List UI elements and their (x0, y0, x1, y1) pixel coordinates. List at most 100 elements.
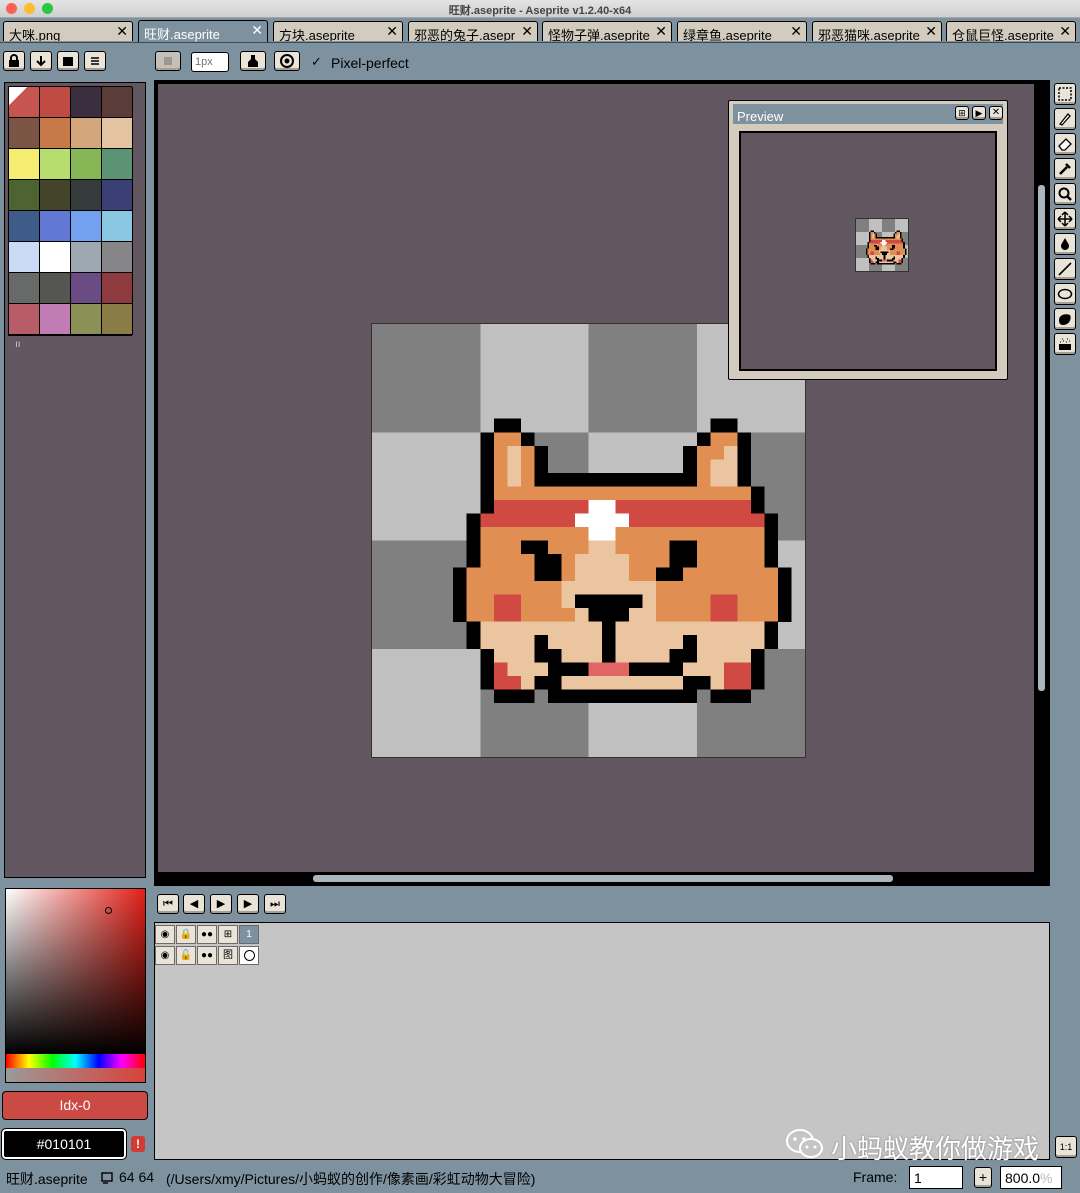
close-tab-icon[interactable]: ✕ (386, 23, 398, 40)
palette-sort-button[interactable] (30, 51, 52, 71)
palette-swatch[interactable] (102, 211, 133, 242)
preview-play-button[interactable]: ▶ (972, 106, 986, 120)
pixel-perfect-check-icon[interactable]: ✓ (311, 54, 322, 70)
palette-swatch[interactable] (40, 242, 71, 273)
palette-swatch[interactable] (71, 149, 102, 180)
paint-bucket-tool[interactable] (1054, 233, 1076, 255)
preview-center-button[interactable]: ⊞ (955, 106, 969, 120)
color-warning-icon[interactable]: ! (131, 1136, 145, 1152)
palette-swatch[interactable] (40, 273, 71, 304)
rectangular-marquee-tool[interactable] (1054, 83, 1076, 105)
palette-swatch[interactable] (102, 149, 133, 180)
palette-presets-button[interactable] (57, 51, 79, 71)
close-tab-icon[interactable]: ✕ (116, 23, 128, 40)
eraser-tool[interactable] (1054, 133, 1076, 155)
tab-monster-bullet[interactable]: 怪物子弹.aseprite ✕ (542, 21, 672, 41)
frame-input[interactable] (909, 1166, 963, 1189)
ellipse-tool[interactable] (1054, 283, 1076, 305)
new-frame-button[interactable]: + (974, 1167, 992, 1188)
tab-wangcai[interactable]: 旺财.aseprite ✕ (138, 20, 268, 42)
palette-swatch[interactable] (71, 242, 102, 273)
preview-viewport[interactable] (739, 131, 997, 371)
background-color-button[interactable]: #010101 (1, 1128, 127, 1160)
palette-swatch[interactable] (9, 304, 40, 335)
pixel-perfect-options-button[interactable] (274, 51, 300, 71)
vertical-scrollbar[interactable] (1038, 185, 1045, 691)
palette-swatch[interactable] (71, 304, 102, 335)
tab-evil-rabbit[interactable]: 邪恶的兔子.asepr ✕ (408, 21, 538, 41)
palette-swatch[interactable] (9, 211, 40, 242)
palette-swatch[interactable] (40, 211, 71, 242)
palette-swatch[interactable] (40, 304, 71, 335)
palette-swatch[interactable] (40, 118, 71, 149)
palette-swatch[interactable] (9, 87, 40, 118)
preview-close-button[interactable]: ✕ (989, 106, 1003, 120)
tab-hamster-monster[interactable]: 仓鼠巨怪.aseprite ✕ (946, 21, 1076, 41)
tab-dami[interactable]: 大咪.png ✕ (3, 21, 133, 41)
first-frame-button[interactable]: ⏮ (157, 894, 179, 914)
close-tab-icon[interactable]: ✕ (1059, 23, 1071, 40)
zoom-tool[interactable] (1054, 183, 1076, 205)
palette-swatch[interactable] (40, 180, 71, 211)
frame-header-1[interactable]: 1 (239, 925, 259, 944)
pencil-tool[interactable] (1054, 108, 1076, 130)
timeline-lock-header[interactable]: 🔒 (176, 925, 196, 944)
layer-continuous-toggle[interactable]: ●● (197, 946, 217, 965)
palette-swatch[interactable] (9, 149, 40, 180)
palette-swatch[interactable] (102, 242, 133, 273)
horizontal-scrollbar[interactable] (313, 875, 893, 882)
layer-lock-toggle[interactable]: 🔓 (176, 946, 196, 965)
tab-evil-cat[interactable]: 邪恶猫咪.aseprite ✕ (812, 21, 942, 41)
close-tab-icon[interactable]: ✕ (251, 22, 263, 39)
palette-swatch[interactable] (9, 242, 40, 273)
timeline-link-header[interactable]: ●● (197, 925, 217, 944)
brush-type-button[interactable] (155, 51, 181, 71)
line-tool[interactable] (1054, 258, 1076, 280)
palette-swatch[interactable] (40, 149, 71, 180)
foreground-color-index-button[interactable]: Idx-0 (2, 1091, 148, 1120)
palette-swatch[interactable] (102, 304, 133, 335)
next-frame-button[interactable]: ▶ (237, 894, 259, 914)
palette-swatch[interactable] (102, 180, 133, 211)
spray-tool[interactable] (1054, 333, 1076, 355)
alpha-slider[interactable] (6, 1068, 145, 1082)
previous-frame-button[interactable]: ◀ (183, 894, 205, 914)
brush-size-input[interactable] (191, 52, 229, 72)
palette-swatch[interactable] (102, 118, 133, 149)
tab-fangkuai[interactable]: 方块.aseprite ✕ (273, 21, 403, 41)
palette-swatch[interactable] (71, 180, 102, 211)
palette-menu-button[interactable] (84, 51, 106, 71)
palette-swatch[interactable] (71, 87, 102, 118)
last-frame-button[interactable]: ⏭ (264, 894, 286, 914)
saturation-value-picker[interactable] (6, 889, 145, 1054)
close-tab-icon[interactable]: ✕ (790, 23, 802, 40)
timeline-onion-header[interactable]: ⊞ (218, 925, 238, 944)
palette-swatch[interactable] (102, 87, 133, 118)
hue-slider[interactable] (6, 1054, 145, 1068)
zoom-reset-button[interactable]: 1:1 (1055, 1136, 1077, 1158)
close-tab-icon[interactable]: ✕ (925, 23, 937, 40)
cel-frame-1[interactable] (239, 946, 259, 965)
palette-lock-button[interactable] (3, 51, 25, 71)
eyedropper-tool[interactable] (1054, 158, 1076, 180)
palette-swatch[interactable] (9, 273, 40, 304)
palette-swatch[interactable] (71, 211, 102, 242)
color-cursor[interactable] (105, 907, 112, 914)
close-tab-icon[interactable]: ✕ (521, 23, 533, 40)
palette-swatch[interactable] (9, 180, 40, 211)
color-spectrum[interactable] (5, 888, 146, 1083)
contour-tool[interactable] (1054, 308, 1076, 330)
tab-green-octopus[interactable]: 绿章鱼.aseprite ✕ (677, 21, 807, 41)
layer-name[interactable]: 图 (218, 946, 238, 965)
ink-type-button[interactable] (240, 51, 266, 71)
play-animation-button[interactable]: ▶ (210, 894, 232, 914)
zoom-input[interactable]: 800.0% (1000, 1166, 1062, 1189)
sprite-canvas[interactable] (371, 323, 806, 758)
timeline-visibility-header[interactable]: ◉ (155, 925, 175, 944)
layer-visibility-toggle[interactable]: ◉ (155, 946, 175, 965)
palette-swatch[interactable] (9, 118, 40, 149)
palette-swatch[interactable] (102, 273, 133, 304)
palette-swatch[interactable] (71, 118, 102, 149)
palette-swatch[interactable] (71, 273, 102, 304)
palette-swatch[interactable] (40, 87, 71, 118)
